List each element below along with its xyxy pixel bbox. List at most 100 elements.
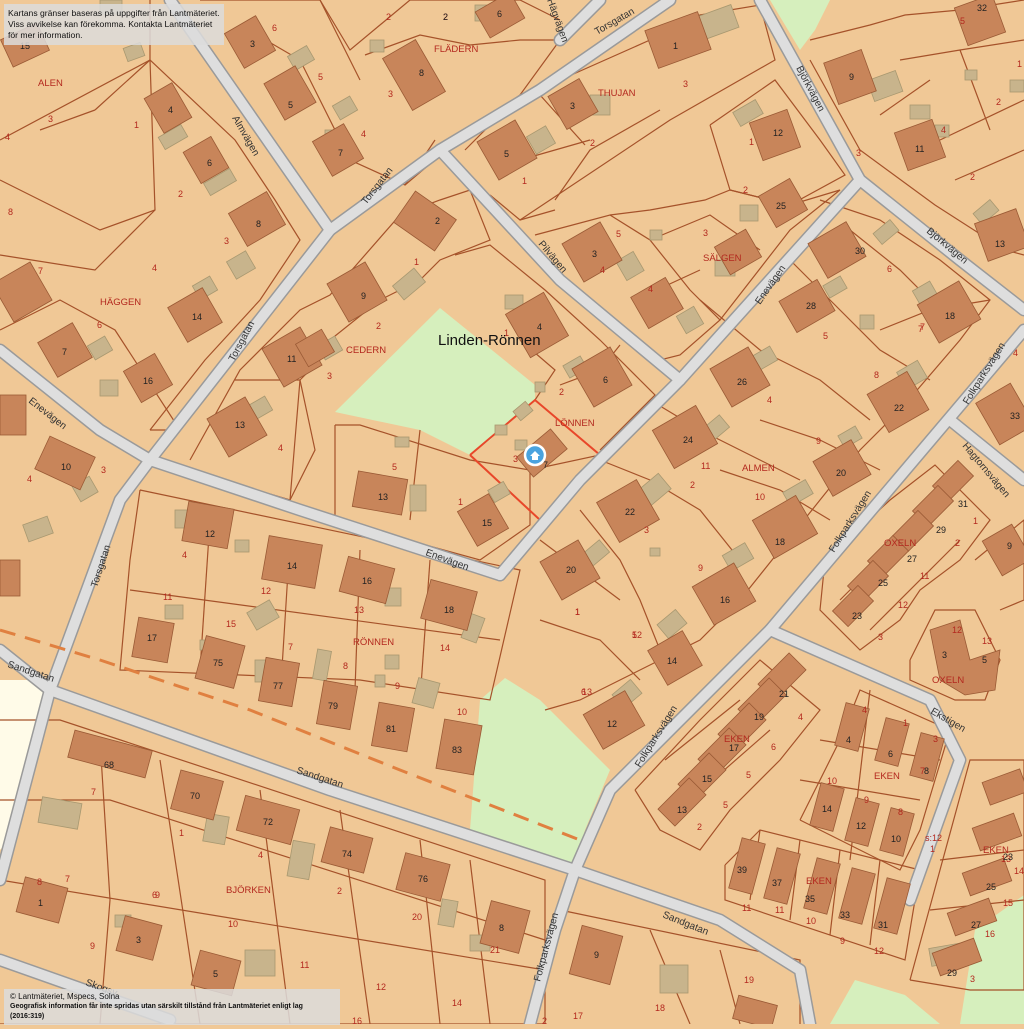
house-number: 2	[435, 216, 440, 226]
lot-number: 11	[920, 571, 929, 581]
house-number: 14	[822, 804, 832, 814]
lot-number: 1	[749, 137, 754, 147]
house-number: 5	[288, 100, 293, 110]
block-label: EKEN	[806, 876, 832, 887]
block-label: ALEN	[38, 78, 63, 89]
house-number: 75	[213, 658, 223, 668]
lot-number: 10	[827, 776, 837, 786]
house-number: 37	[772, 878, 782, 888]
lot-number: 5	[616, 229, 621, 239]
house-number: 4	[846, 735, 851, 745]
house-number: 3	[942, 650, 947, 660]
lot-number: 3	[388, 89, 393, 99]
lot-number: 1	[903, 718, 908, 728]
house-number: 76	[418, 874, 428, 884]
house-number: 17	[147, 633, 157, 643]
lot-number: 2	[743, 185, 748, 195]
house-number: 14	[192, 312, 202, 322]
lot-number: 14	[452, 998, 462, 1008]
lot-number: 13	[354, 605, 364, 615]
house-number: 17	[729, 743, 739, 753]
lot-number: 3	[513, 454, 518, 464]
lot-number: 9	[864, 795, 869, 805]
house-number: 5	[213, 969, 218, 979]
lot-number: 7	[38, 266, 43, 276]
lot-number: 4	[862, 705, 867, 715]
house-number: 21	[779, 689, 789, 699]
lot-number: 4	[1013, 348, 1018, 358]
house-number: 9	[594, 950, 599, 960]
lot-number: 13	[582, 687, 592, 697]
house-number: 1	[673, 41, 678, 51]
lot-number: 3	[703, 228, 708, 238]
lot-number: 17	[573, 1011, 583, 1021]
lot-number: 1	[458, 497, 463, 507]
lot-number: 12	[632, 630, 642, 640]
lot-number: 2	[996, 97, 1001, 107]
lot-number: 9	[816, 436, 821, 446]
lot-number: 4	[5, 132, 10, 142]
house-number: 68	[104, 760, 114, 770]
house-number: 26	[737, 377, 747, 387]
house-number: 74	[342, 849, 352, 859]
house-number: 9	[849, 72, 854, 82]
house-number: 29	[947, 968, 957, 978]
block-label: ALMEN	[742, 463, 775, 474]
house-number: 22	[625, 507, 635, 517]
house-number: 8	[256, 219, 261, 229]
house-number: 3	[592, 249, 597, 259]
house-number: 3	[570, 101, 575, 111]
house-number: 35	[805, 894, 815, 904]
lot-number: 4	[648, 284, 653, 294]
lot-number: 8	[898, 807, 903, 817]
house-number: 25	[986, 882, 996, 892]
lot-number: 5	[960, 16, 965, 26]
lot-number: 4	[941, 125, 946, 135]
map-canvas[interactable]: Torsgatan Torsgatan Torsgatan Torsgatan …	[0, 0, 1024, 1029]
lot-number: 3	[933, 734, 938, 744]
home-pin-icon[interactable]	[523, 443, 547, 467]
house-number: 10	[891, 834, 901, 844]
house-number: 70	[190, 791, 200, 801]
lot-number: 3	[101, 465, 106, 475]
lot-number: 3	[48, 114, 53, 124]
house-number: 33	[1010, 411, 1020, 421]
lot-number: 2	[690, 480, 695, 490]
lot-number: 4	[767, 395, 772, 405]
lot-number: 2	[542, 1016, 547, 1024]
lot-number: 1	[1017, 59, 1022, 69]
house-number: 81	[386, 724, 396, 734]
house-number: 27	[971, 920, 981, 930]
house-number: 20	[836, 468, 846, 478]
lot-number: 11	[300, 960, 309, 970]
lot-number: 1	[522, 176, 527, 186]
lot-number: 4	[600, 265, 605, 275]
house-number: 5	[982, 655, 987, 665]
house-number: 5	[504, 149, 509, 159]
block-label: THUJAN	[598, 88, 636, 99]
house-number: 6	[207, 158, 212, 168]
map-svg[interactable]: Torsgatan Torsgatan Torsgatan Torsgatan …	[0, 0, 1024, 1029]
house-number: 18	[775, 537, 785, 547]
house-number: 27	[907, 554, 917, 564]
house-number: 7	[62, 347, 67, 357]
disclaimer-line-1: Kartans gränser baseras på uppgifter frå…	[8, 8, 220, 18]
house-number: 12	[856, 821, 866, 831]
lot-number: 3	[878, 632, 883, 642]
lot-number: 5	[746, 770, 751, 780]
house-number: 6	[497, 9, 502, 19]
lot-number: 9	[155, 890, 160, 900]
lot-number: 5	[392, 462, 397, 472]
lot-number: 8	[37, 877, 42, 887]
disclaimer-line-2: Viss avvikelse kan förekomma. Kontakta L…	[8, 19, 213, 40]
house-number: 2	[443, 12, 448, 22]
copyright-line-1: © Lantmäteriet, Mspecs, Solna	[10, 992, 120, 1001]
lot-number: 5	[723, 800, 728, 810]
house-number: 7	[338, 148, 343, 158]
lot-number: 21	[490, 945, 500, 955]
lot-number: 14	[1014, 866, 1024, 876]
house-number: 13	[378, 492, 388, 502]
house-number: 23	[1003, 852, 1013, 862]
lot-number: 3	[644, 525, 649, 535]
lot-number: 8	[343, 661, 348, 671]
